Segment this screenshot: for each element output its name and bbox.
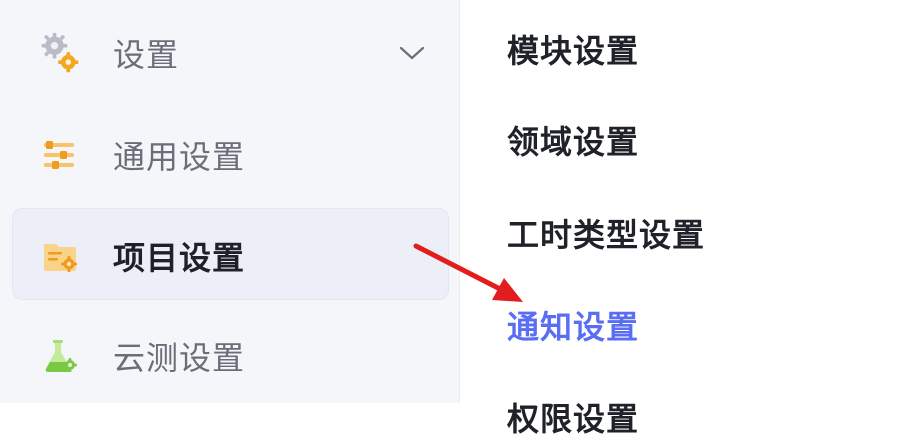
sidebar-group-settings[interactable]: 设置 [0, 5, 460, 101]
red-arrow-annotation [413, 243, 523, 302]
sidebar-item-label: 通用设置 [113, 138, 246, 176]
flask-gear-icon [38, 334, 82, 378]
option-domain-settings[interactable]: 领域设置 [507, 117, 639, 163]
sidebar-item-cloud-test[interactable]: 云测设置 [0, 308, 460, 404]
sidebar-item-general[interactable]: 通用设置 [0, 107, 460, 203]
chevron-down-icon[interactable] [398, 44, 426, 62]
option-module-settings[interactable]: 模块设置 [507, 26, 639, 72]
option-worktime-type-settings[interactable]: 工时类型设置 [507, 210, 705, 256]
gear-cluster-icon [38, 31, 82, 75]
settings-sidebar: 设置 通用设置 项目设置 云测设置 [0, 0, 460, 403]
sidebar-item-project[interactable]: 项目设置 [0, 208, 460, 304]
folder-gear-icon [38, 234, 82, 278]
sidebar-group-label: 设置 [113, 36, 180, 74]
sidebar-item-label: 云测设置 [113, 339, 246, 377]
option-permission-settings[interactable]: 权限设置 [507, 394, 639, 440]
sidebar-item-label: 项目设置 [113, 239, 246, 277]
sliders-icon [38, 133, 82, 177]
